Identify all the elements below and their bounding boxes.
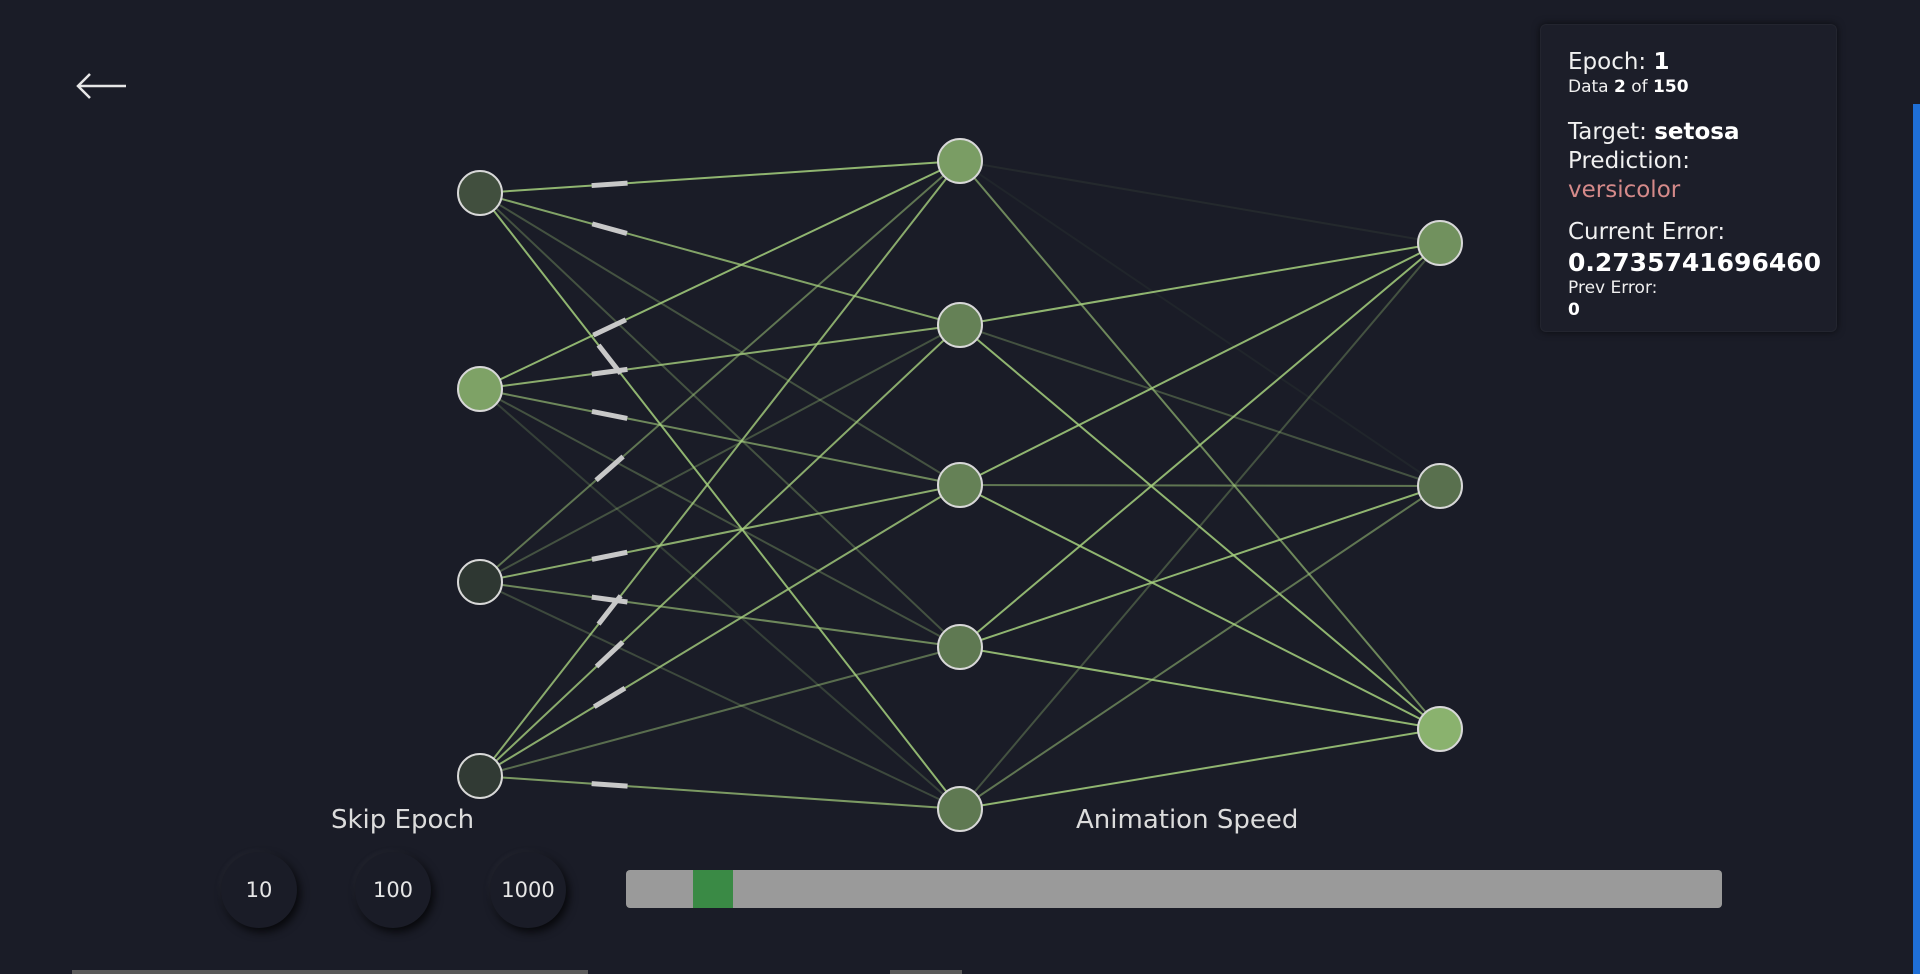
target-row: Target: setosa xyxy=(1568,118,1809,147)
neuron-l2-0 xyxy=(1417,220,1463,266)
connection-l0-3-1 xyxy=(479,324,961,777)
network-visualizer-page: Epoch: 1 Data 2 of 150 Target: setosa Pr… xyxy=(0,0,1920,974)
connection-l1-3-2 xyxy=(959,646,1441,730)
signal-marker xyxy=(591,781,628,789)
signal-marker xyxy=(591,549,628,562)
signal-marker xyxy=(591,221,628,236)
skip-1000-button[interactable]: 1000 xyxy=(490,852,566,928)
data-progress-row: Data 2 of 150 xyxy=(1568,77,1809,98)
connection-l1-2-0 xyxy=(959,242,1441,486)
neuron-l0-1 xyxy=(457,366,503,412)
connection-l0-2-4 xyxy=(479,581,961,810)
connection-l0-1-1 xyxy=(479,324,961,390)
animation-speed-label: Animation Speed xyxy=(1076,805,1299,835)
data-label: Data xyxy=(1568,76,1614,97)
neuron-l2-2 xyxy=(1417,706,1463,752)
connection-l0-0-4 xyxy=(479,192,961,810)
connection-l0-2-3 xyxy=(479,581,961,648)
neuron-l2-1 xyxy=(1417,463,1463,509)
skip-epoch-label: Skip Epoch xyxy=(331,805,475,835)
animation-speed-slider[interactable] xyxy=(626,870,1722,908)
connection-l1-3-1 xyxy=(959,485,1441,648)
prediction-value: versicolor xyxy=(1568,176,1681,203)
connection-l0-3-0 xyxy=(479,160,961,777)
neuron-l1-0 xyxy=(937,138,983,184)
connection-l0-1-2 xyxy=(479,388,961,486)
data-of: of xyxy=(1625,76,1654,97)
signal-marker xyxy=(591,408,628,421)
connection-l0-0-0 xyxy=(479,160,961,194)
current-error-value: 0.2735741696460 xyxy=(1568,248,1822,277)
connection-l0-3-4 xyxy=(479,775,961,810)
training-info-panel: Epoch: 1 Data 2 of 150 Target: setosa Pr… xyxy=(1540,24,1837,332)
neuron-l1-3 xyxy=(937,624,983,670)
signal-marker xyxy=(591,180,628,189)
connection-l1-2-1 xyxy=(959,484,1441,487)
connection-l1-0-1 xyxy=(959,160,1441,487)
data-index: 2 xyxy=(1614,76,1626,97)
connection-l0-3-3 xyxy=(479,646,961,777)
connection-l1-4-0 xyxy=(959,242,1441,810)
epoch-label: Epoch: xyxy=(1568,49,1654,75)
signal-marker xyxy=(591,366,628,377)
prev-error-label: Prev Error: xyxy=(1568,278,1658,299)
animation-speed-thumb[interactable] xyxy=(693,870,733,908)
prediction-row: Prediction: versicolor xyxy=(1568,147,1809,205)
neuron-l1-1 xyxy=(937,302,983,348)
bottom-divider xyxy=(72,970,588,974)
data-total: 150 xyxy=(1653,76,1689,97)
page-scrollbar[interactable] xyxy=(1913,104,1920,974)
prediction-label: Prediction: xyxy=(1568,147,1691,174)
neuron-l1-2 xyxy=(937,462,983,508)
signal-markers xyxy=(591,180,628,789)
connection-l1-1-0 xyxy=(959,242,1441,326)
bottom-divider-2 xyxy=(890,970,962,974)
neuron-l0-0 xyxy=(457,170,503,216)
connection-l1-3-0 xyxy=(959,242,1441,648)
signal-marker xyxy=(592,685,627,709)
target-value: setosa xyxy=(1654,119,1740,145)
connection-l0-1-0 xyxy=(479,160,961,390)
connection-l0-1-4 xyxy=(479,388,961,810)
back-button[interactable] xyxy=(72,62,132,112)
connection-l1-1-1 xyxy=(959,324,1441,487)
epoch-value: 1 xyxy=(1653,49,1670,75)
connection-l0-0-2 xyxy=(479,192,961,486)
epoch-row: Epoch: 1 xyxy=(1568,48,1809,77)
left-arrow-icon xyxy=(76,73,126,99)
connection-l1-4-2 xyxy=(959,728,1441,810)
skip-10-button[interactable]: 10 xyxy=(221,852,297,928)
neuron-l0-2 xyxy=(457,559,503,605)
prev-error-value: 0 xyxy=(1568,299,1580,320)
connection-l1-4-1 xyxy=(959,485,1441,810)
signal-marker xyxy=(594,454,625,483)
connection-l0-0-3 xyxy=(479,192,961,648)
connection-l0-2-1 xyxy=(479,324,961,583)
neuron-l0-3 xyxy=(457,753,503,799)
current-error-label: Current Error: xyxy=(1568,219,1726,246)
connection-l1-0-0 xyxy=(959,160,1441,244)
connection-l0-0-1 xyxy=(479,192,961,326)
signal-marker xyxy=(594,640,625,669)
connection-l0-3-2 xyxy=(479,484,961,777)
skip-100-button[interactable]: 100 xyxy=(355,852,431,928)
neuron-l1-4 xyxy=(937,786,983,832)
connection-l1-2-2 xyxy=(959,484,1441,730)
target-label: Target: xyxy=(1568,119,1655,145)
